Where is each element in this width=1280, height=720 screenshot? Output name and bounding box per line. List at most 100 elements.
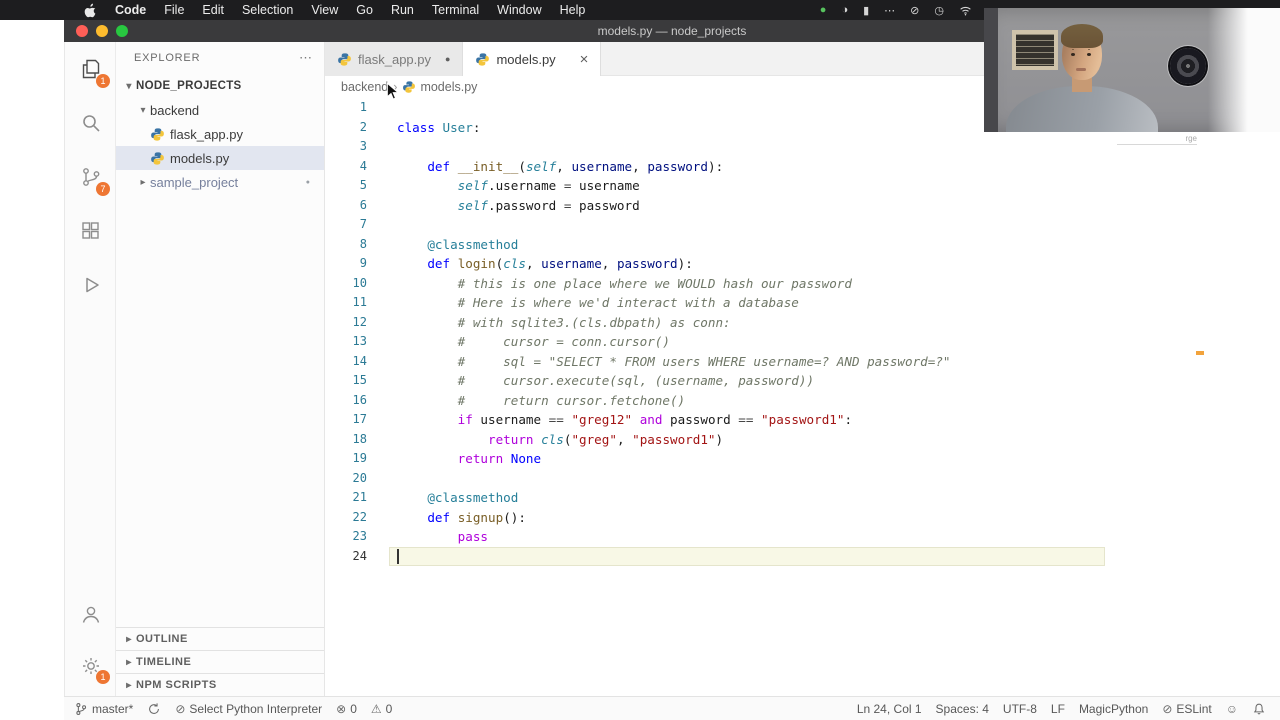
close-icon[interactable]: × bbox=[580, 52, 589, 67]
status-eol[interactable]: LF bbox=[1051, 702, 1065, 716]
code-text: pass bbox=[457, 529, 489, 544]
menu-terminal[interactable]: Terminal bbox=[432, 3, 479, 17]
status-eslint[interactable]: ⊘ ESLint bbox=[1162, 702, 1211, 716]
breadcrumb-item-models[interactable]: models.py bbox=[420, 80, 477, 94]
dnd-icon[interactable]: ⊘ bbox=[910, 4, 919, 17]
wifi-icon bbox=[959, 4, 972, 17]
chevron-right-icon: ▸ bbox=[140, 176, 146, 188]
tree-item-backend[interactable]: ▾ backend bbox=[116, 98, 324, 122]
code-line-15[interactable]: 15 # cursor.execute(sql, (username, pass… bbox=[325, 371, 1280, 391]
status-cursor-position[interactable]: Ln 24, Col 1 bbox=[857, 702, 922, 716]
bell-icon bbox=[1252, 702, 1266, 716]
close-window-button[interactable] bbox=[76, 25, 88, 37]
code-line-7[interactable]: 7 bbox=[325, 215, 1280, 235]
menu-go[interactable]: Go bbox=[356, 3, 373, 17]
section-outline[interactable]: ▸ OUTLINE bbox=[116, 627, 324, 650]
activity-settings[interactable]: 1 bbox=[65, 640, 117, 692]
activity-search[interactable] bbox=[65, 96, 117, 150]
tab-models-py[interactable]: models.py × bbox=[463, 42, 602, 77]
menu-window[interactable]: Window bbox=[497, 3, 541, 17]
line-number: 5 bbox=[359, 178, 367, 192]
status-indentation[interactable]: Spaces: 4 bbox=[936, 702, 989, 716]
code-line-9[interactable]: 9 def login(cls, username, password): bbox=[325, 254, 1280, 274]
code-editor[interactable]: 1 2 class User: 3 4 def __init__(self, usern… bbox=[325, 98, 1280, 696]
explorer-sidebar: EXPLORER ⋯ ▾ NODE_PROJECTS ▾ backend flask… bbox=[116, 42, 325, 696]
code-text: def signup(): bbox=[427, 509, 526, 525]
code-line-18[interactable]: 18 return cls("greg", "password1") bbox=[325, 430, 1280, 450]
chevron-down-icon: ▾ bbox=[140, 104, 146, 116]
tab-flask_app-py[interactable]: flask_app.py ● bbox=[325, 42, 464, 76]
status-dark-icon[interactable]: ◑ bbox=[841, 4, 848, 16]
battery-icon[interactable]: ▮ bbox=[863, 4, 869, 17]
status-label: Spaces: 4 bbox=[935, 701, 989, 716]
code-line-12[interactable]: 12 # with sqlite3.(cls.dbpath) as conn: bbox=[325, 313, 1280, 333]
activity-explorer[interactable]: 1 bbox=[65, 42, 117, 96]
activity-source-control[interactable]: 7 bbox=[65, 150, 117, 204]
code-line-23[interactable]: 23 pass bbox=[325, 527, 1280, 547]
status-sync[interactable] bbox=[147, 702, 161, 716]
tree-item-flask_app-py[interactable]: flask_app.py bbox=[116, 122, 324, 146]
status-language-mode[interactable]: MagicPython bbox=[1079, 702, 1148, 716]
code-line-6[interactable]: 6 self.password = password bbox=[325, 196, 1280, 216]
sync-icon bbox=[147, 702, 161, 716]
status-encoding[interactable]: UTF-8 bbox=[1003, 702, 1037, 716]
menu-run[interactable]: Run bbox=[391, 3, 414, 17]
status-warnings[interactable]: ⚠ 0 bbox=[371, 702, 392, 716]
status-branch[interactable]: master* bbox=[74, 702, 133, 716]
code-line-10[interactable]: 10 # this is one place where we WOULD ha… bbox=[325, 274, 1280, 294]
menu-file[interactable]: File bbox=[164, 3, 184, 17]
status-label: Ln 24, Col 1 bbox=[856, 701, 922, 716]
minimize-window-button[interactable] bbox=[96, 25, 108, 37]
code-line-19[interactable]: 19 return None bbox=[325, 449, 1280, 469]
clock-icon[interactable]: ◷ bbox=[934, 4, 944, 17]
code-line-14[interactable]: 14 # sql = "SELECT * FROM users WHERE us… bbox=[325, 352, 1280, 372]
more-menu-icon[interactable]: ⋯ bbox=[884, 4, 895, 17]
status-bar: master* ⊘ Select Python Interpreter ⊗ 0 ⚠ 0 Ln… bbox=[64, 696, 1280, 720]
menu-view[interactable]: View bbox=[311, 3, 338, 17]
section-label: OUTLINE bbox=[136, 633, 188, 645]
code-line-24[interactable]: 24 bbox=[325, 546, 1280, 566]
code-text: self.password = password bbox=[457, 197, 640, 213]
code-text: # return cursor.fetchone() bbox=[457, 392, 686, 408]
menu-help[interactable]: Help bbox=[560, 3, 586, 17]
menu-edit[interactable]: Edit bbox=[202, 3, 224, 17]
status-interpreter[interactable]: ⊘ Select Python Interpreter bbox=[175, 702, 322, 716]
code-text: class User: bbox=[397, 119, 481, 135]
code-line-13[interactable]: 13 # cursor = conn.cursor() bbox=[325, 332, 1280, 352]
code-line-16[interactable]: 16 # return cursor.fetchone() bbox=[325, 391, 1280, 411]
status-feedback[interactable]: ☺ bbox=[1226, 702, 1238, 716]
tree-item-models-py[interactable]: models.py bbox=[116, 146, 324, 170]
section-npm-scripts[interactable]: ▸ NPM SCRIPTS bbox=[116, 673, 324, 696]
tree-root-node-projects[interactable]: ▾ NODE_PROJECTS bbox=[116, 74, 324, 98]
apple-icon[interactable] bbox=[84, 3, 97, 18]
letter-board bbox=[1012, 30, 1058, 70]
code-line-20[interactable]: 20 bbox=[325, 469, 1280, 489]
section-timeline[interactable]: ▸ TIMELINE bbox=[116, 650, 324, 673]
status-errors[interactable]: ⊗ 0 bbox=[336, 702, 357, 716]
code-line-5[interactable]: 5 self.username = username bbox=[325, 176, 1280, 196]
explorer-title: EXPLORER bbox=[134, 52, 201, 64]
activity-run-debug[interactable] bbox=[65, 258, 117, 312]
status-green-icon[interactable]: ● bbox=[820, 4, 827, 16]
status-notifications[interactable] bbox=[1252, 702, 1266, 716]
status-left: master* ⊘ Select Python Interpreter ⊗ 0 ⚠ 0 bbox=[74, 702, 392, 716]
activity-extensions[interactable] bbox=[65, 204, 117, 258]
tree-item-label: models.py bbox=[170, 150, 230, 166]
blocked-icon: ⊘ bbox=[1162, 701, 1173, 716]
menu-selection[interactable]: Selection bbox=[242, 3, 293, 17]
tree-item-sample_project[interactable]: ▸ sample_project ● bbox=[116, 170, 324, 194]
modified-dot-icon[interactable]: ● bbox=[445, 54, 450, 64]
code-line-4[interactable]: 4 def __init__(self, username, password)… bbox=[325, 157, 1280, 177]
code-line-8[interactable]: 8 @classmethod bbox=[325, 235, 1280, 255]
breadcrumb-item-backend[interactable]: backend bbox=[341, 80, 388, 94]
wifi-icon[interactable] bbox=[959, 4, 972, 17]
zoom-window-button[interactable] bbox=[116, 25, 128, 37]
code-line-22[interactable]: 22 def signup(): bbox=[325, 508, 1280, 528]
code-line-11[interactable]: 11 # Here is where we'd interact with a … bbox=[325, 293, 1280, 313]
code-line-17[interactable]: 17 if username == "greg12" and password … bbox=[325, 410, 1280, 430]
code-line-21[interactable]: 21 @classmethod bbox=[325, 488, 1280, 508]
menu-code[interactable]: Code bbox=[115, 3, 146, 17]
explorer-actions-button[interactable]: ⋯ bbox=[299, 50, 312, 66]
activity-account[interactable] bbox=[65, 588, 117, 640]
line-number: 9 bbox=[359, 256, 367, 270]
